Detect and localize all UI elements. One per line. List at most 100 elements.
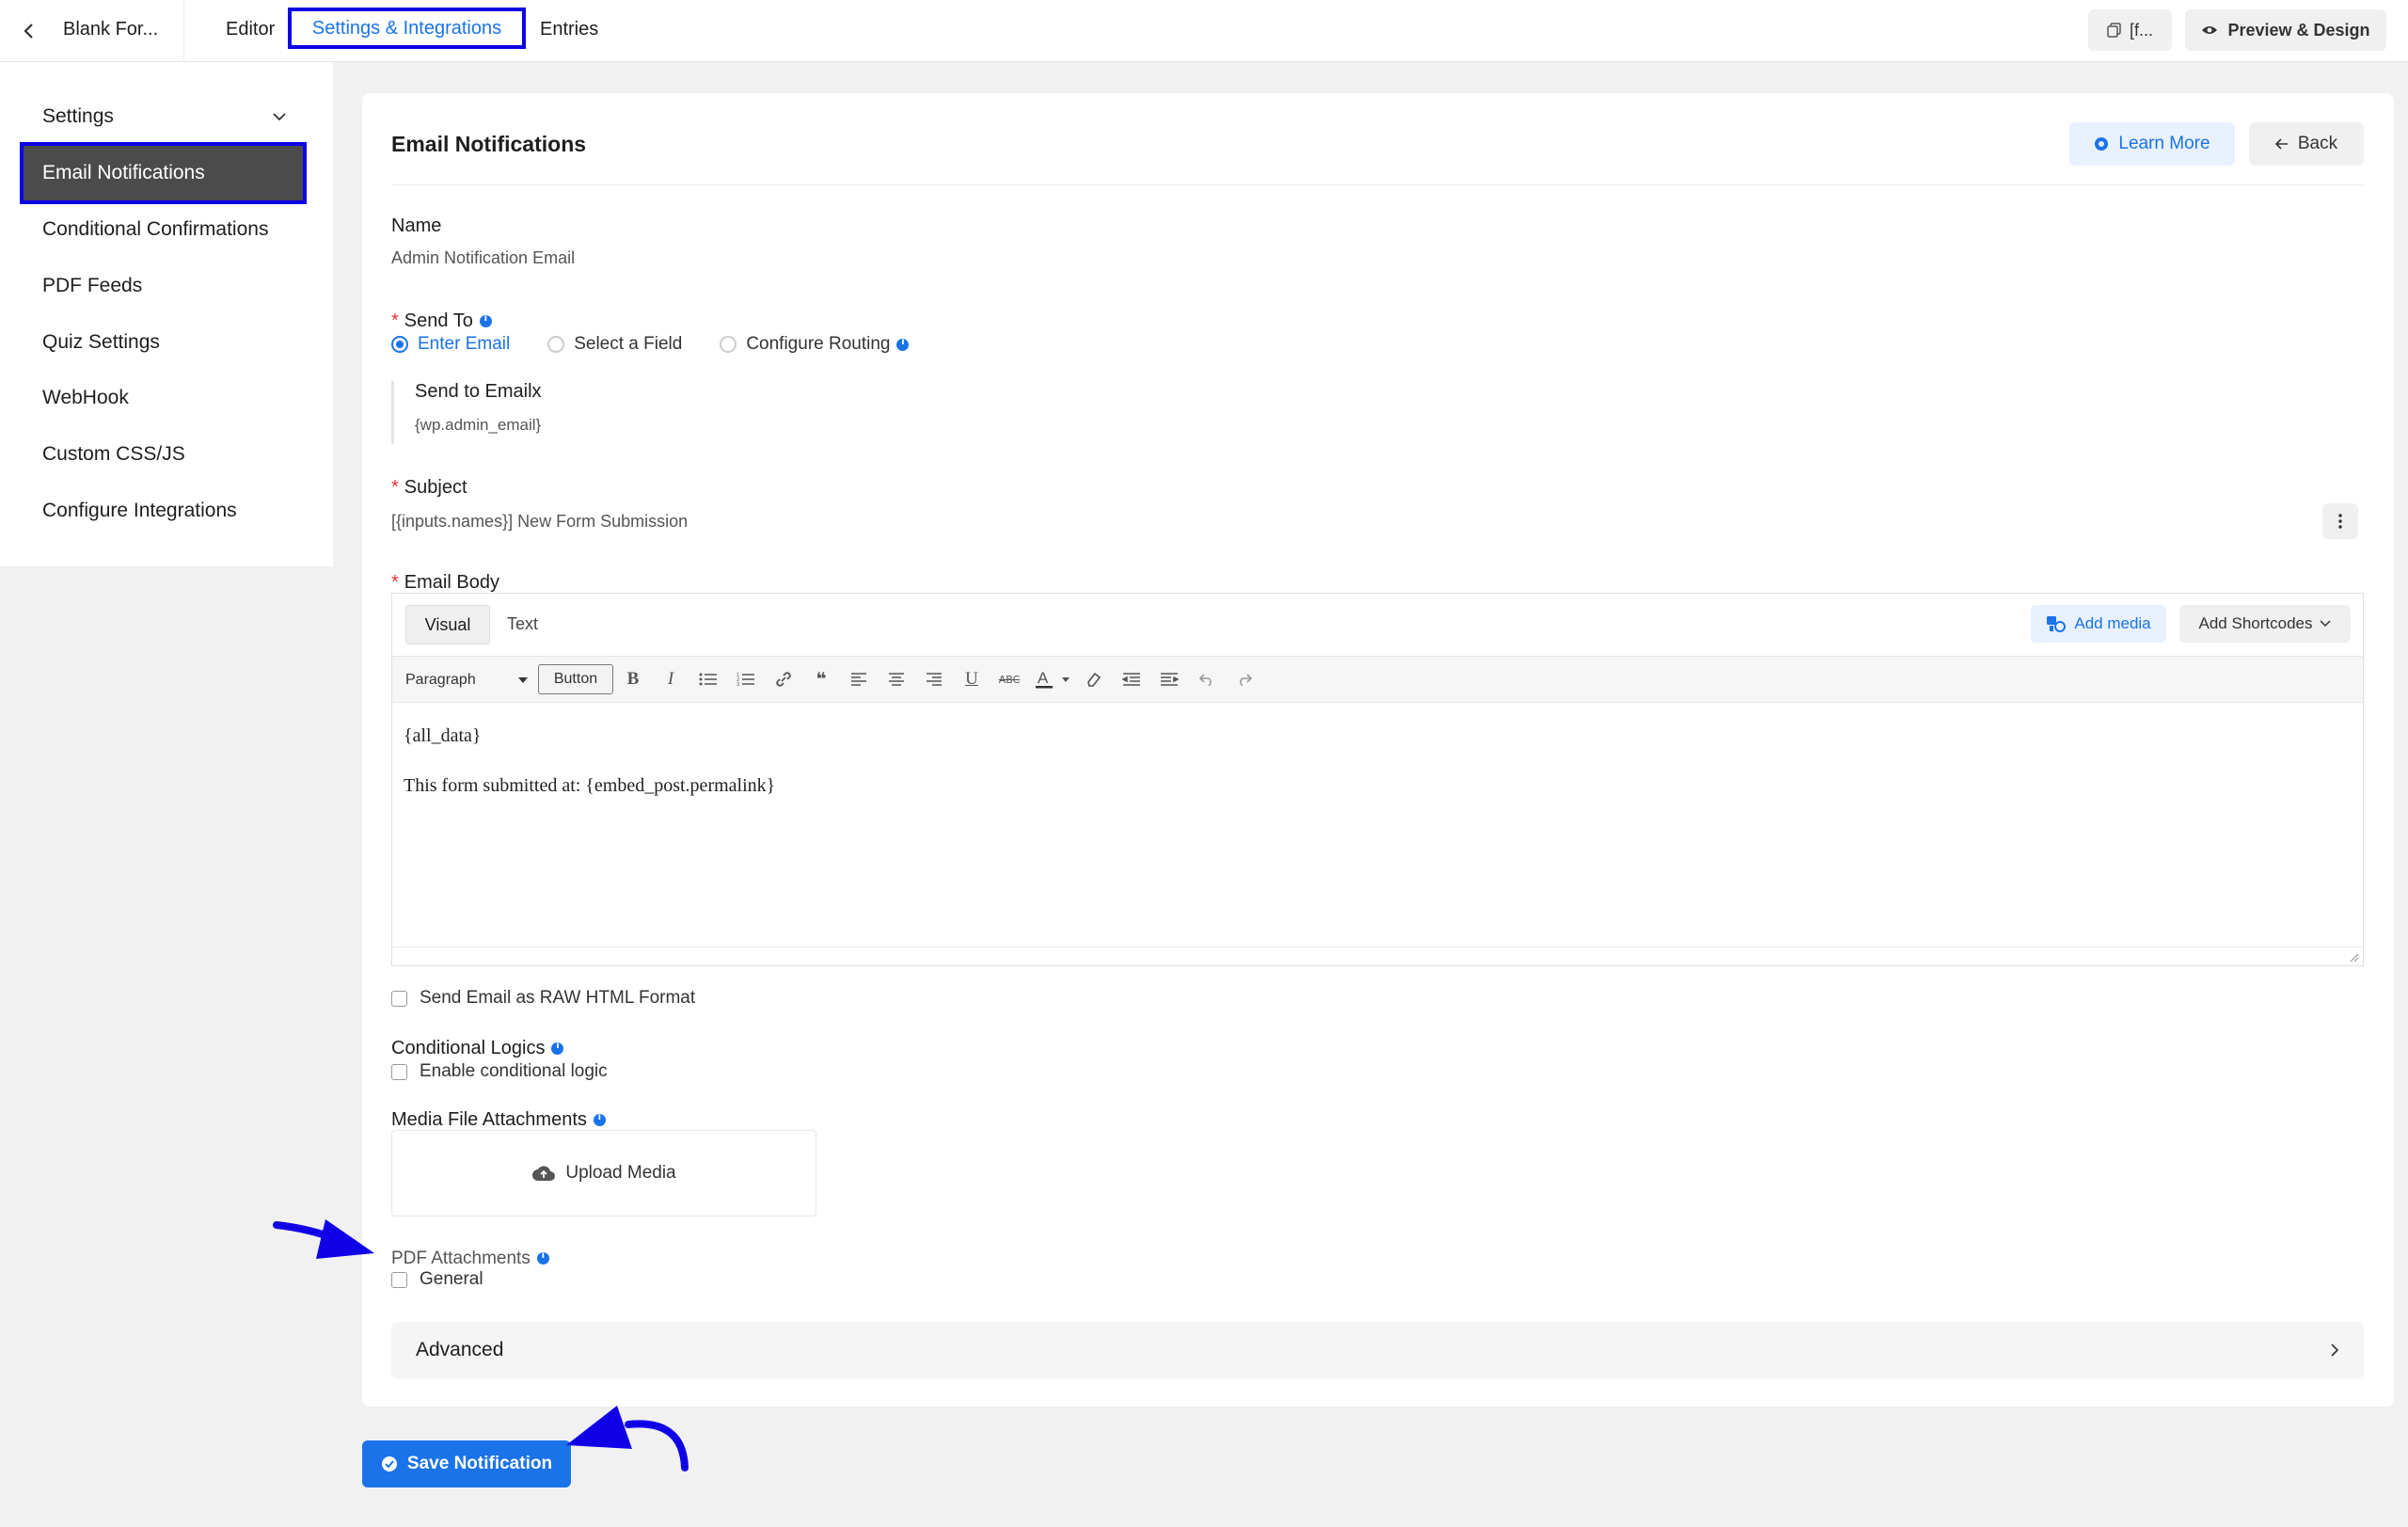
send-to-label: * Send To	[391, 310, 492, 332]
advanced-section-toggle[interactable]: Advanced	[391, 1322, 2364, 1378]
conditional-logic-checkbox[interactable]	[391, 1063, 407, 1080]
sidebar-item-pdf-feeds[interactable]: PDF Feeds	[42, 275, 142, 297]
svg-text:A: A	[1038, 669, 1049, 687]
settings-sidebar: Settings Email Notifications Conditional…	[0, 62, 333, 566]
insert-button-tool[interactable]: Button	[538, 664, 613, 694]
conditional-logic-option[interactable]: Enable conditional logic	[391, 1061, 608, 1082]
add-shortcodes-dropdown[interactable]: Add Shortcodes	[2179, 605, 2351, 643]
chevron-right-icon	[2331, 1344, 2339, 1357]
sidebar-item-conditional-confirmations[interactable]: Conditional Confirmations	[42, 218, 268, 241]
subject-label-text: Subject	[404, 477, 467, 498]
tab-text[interactable]: Text	[507, 614, 538, 634]
sidebar-item-settings[interactable]: Settings	[42, 105, 287, 128]
radio-configure-routing[interactable]: Configure Routing	[720, 334, 910, 355]
italic-icon[interactable]: I	[658, 667, 683, 692]
pdf-general-checkbox[interactable]	[391, 1271, 407, 1288]
format-select-value: Paragraph	[405, 672, 476, 688]
raw-html-checkbox[interactable]	[391, 990, 407, 1007]
info-icon[interactable]	[536, 1250, 549, 1265]
info-icon[interactable]	[593, 1112, 606, 1127]
play-circle-icon	[2095, 137, 2109, 151]
email-body-label: * Email Body	[391, 572, 499, 593]
radio-label: Select a Field	[574, 334, 683, 354]
form-title[interactable]: Blank For...	[63, 19, 158, 40]
save-notification-button[interactable]: Save Notification	[362, 1440, 571, 1487]
editor-resize-bar	[392, 946, 2363, 965]
send-to-label-text: Send To	[404, 310, 473, 331]
chevron-down-icon	[273, 113, 286, 121]
info-icon[interactable]	[479, 313, 492, 328]
bold-icon[interactable]: B	[621, 667, 645, 692]
email-body-label-text: Email Body	[404, 572, 499, 593]
sidebar-item-quiz-settings[interactable]: Quiz Settings	[42, 331, 160, 354]
radio-button[interactable]	[720, 336, 737, 353]
pdf-general-option[interactable]: General	[391, 1269, 483, 1290]
copy-icon	[2107, 23, 2121, 38]
send-to-block-border	[391, 381, 394, 444]
align-center-icon[interactable]	[884, 667, 909, 692]
learn-more-button[interactable]: Learn More	[2069, 122, 2235, 166]
annotation-arrow-icon	[273, 1219, 374, 1259]
bullet-list-icon[interactable]	[696, 667, 721, 692]
conditional-logics-label-text: Conditional Logics	[391, 1038, 546, 1058]
text-color-icon[interactable]: A	[1035, 667, 1076, 692]
undo-icon[interactable]	[1195, 667, 1219, 692]
sidebar-item-webhook[interactable]: WebHook	[42, 387, 129, 409]
radio-button[interactable]	[547, 336, 565, 353]
subject-field[interactable]: [{inputs.names}] New Form Submission	[391, 512, 688, 532]
media-attachments-label: Media File Attachments	[391, 1109, 606, 1131]
blockquote-icon[interactable]: ❝	[809, 667, 833, 692]
send-to-email-field[interactable]: {wp.admin_email}	[415, 416, 541, 435]
advanced-label: Advanced	[416, 1339, 504, 1360]
back-label: Back	[2297, 134, 2338, 153]
email-notification-card: Email Notifications Learn More Back Name…	[362, 93, 2394, 1407]
clear-formatting-icon[interactable]	[1082, 667, 1106, 692]
indent-icon[interactable]	[1157, 667, 1181, 692]
back-chevron-icon[interactable]	[15, 17, 43, 45]
shortcode-copy-button[interactable]: [f...	[2088, 9, 2172, 51]
tab-visual[interactable]: Visual	[405, 605, 490, 644]
redo-icon[interactable]	[1232, 667, 1257, 692]
media-icon	[2047, 616, 2067, 632]
pdf-attachments-label-text: PDF Attachments	[391, 1249, 531, 1268]
subject-shortcode-menu-button[interactable]	[2322, 503, 2358, 539]
align-left-icon[interactable]	[847, 667, 871, 692]
subject-label: * Subject	[391, 477, 467, 498]
divider	[391, 184, 2364, 185]
radio-select-field[interactable]: Select a Field	[547, 334, 682, 355]
send-to-radio-group: Enter Email Select a Field Configure Rou…	[391, 333, 946, 356]
upload-media-button[interactable]: Upload Media	[391, 1130, 816, 1217]
info-icon[interactable]	[551, 1041, 564, 1056]
kebab-menu-icon	[2338, 514, 2342, 529]
check-circle-icon	[381, 1456, 397, 1471]
resize-handle-icon[interactable]	[2348, 951, 2359, 962]
editor-line: This form submitted at: {embed_post.perm…	[404, 775, 776, 796]
preview-design-button[interactable]: Preview & Design	[2185, 9, 2386, 51]
sidebar-item-email-notifications[interactable]: Email Notifications	[20, 142, 307, 204]
shortcode-label: [f...	[2129, 20, 2153, 40]
underline-icon[interactable]: U	[959, 667, 984, 692]
pdf-general-label: General	[420, 1269, 483, 1289]
strikethrough-icon[interactable]: ABC	[997, 667, 1022, 692]
svg-text:3: 3	[737, 682, 739, 687]
tab-settings-integrations[interactable]: Settings & Integrations	[288, 8, 526, 49]
back-button[interactable]: Back	[2249, 122, 2364, 166]
sidebar-item-configure-integrations[interactable]: Configure Integrations	[42, 500, 237, 522]
paragraph-format-select[interactable]: Paragraph	[398, 664, 535, 696]
info-icon[interactable]	[896, 337, 910, 351]
sidebar-item-custom-css-js[interactable]: Custom CSS/JS	[42, 443, 185, 466]
editor-content-area[interactable]: {all_data} This form submitted at: {embe…	[404, 725, 775, 825]
name-field[interactable]: Admin Notification Email	[391, 248, 575, 268]
numbered-list-icon[interactable]: 123	[734, 667, 758, 692]
outdent-icon[interactable]	[1119, 667, 1144, 692]
align-right-icon[interactable]	[922, 667, 946, 692]
preview-label: Preview & Design	[2227, 20, 2370, 40]
radio-button[interactable]	[391, 336, 408, 353]
save-notification-label: Save Notification	[406, 1454, 553, 1473]
tab-entries[interactable]: Entries	[540, 19, 598, 40]
radio-enter-email[interactable]: Enter Email	[391, 334, 510, 355]
tab-editor[interactable]: Editor	[226, 19, 275, 40]
add-media-button[interactable]: Add media	[2031, 605, 2166, 643]
raw-html-option[interactable]: Send Email as RAW HTML Format	[391, 988, 695, 1009]
link-icon[interactable]	[771, 667, 796, 692]
